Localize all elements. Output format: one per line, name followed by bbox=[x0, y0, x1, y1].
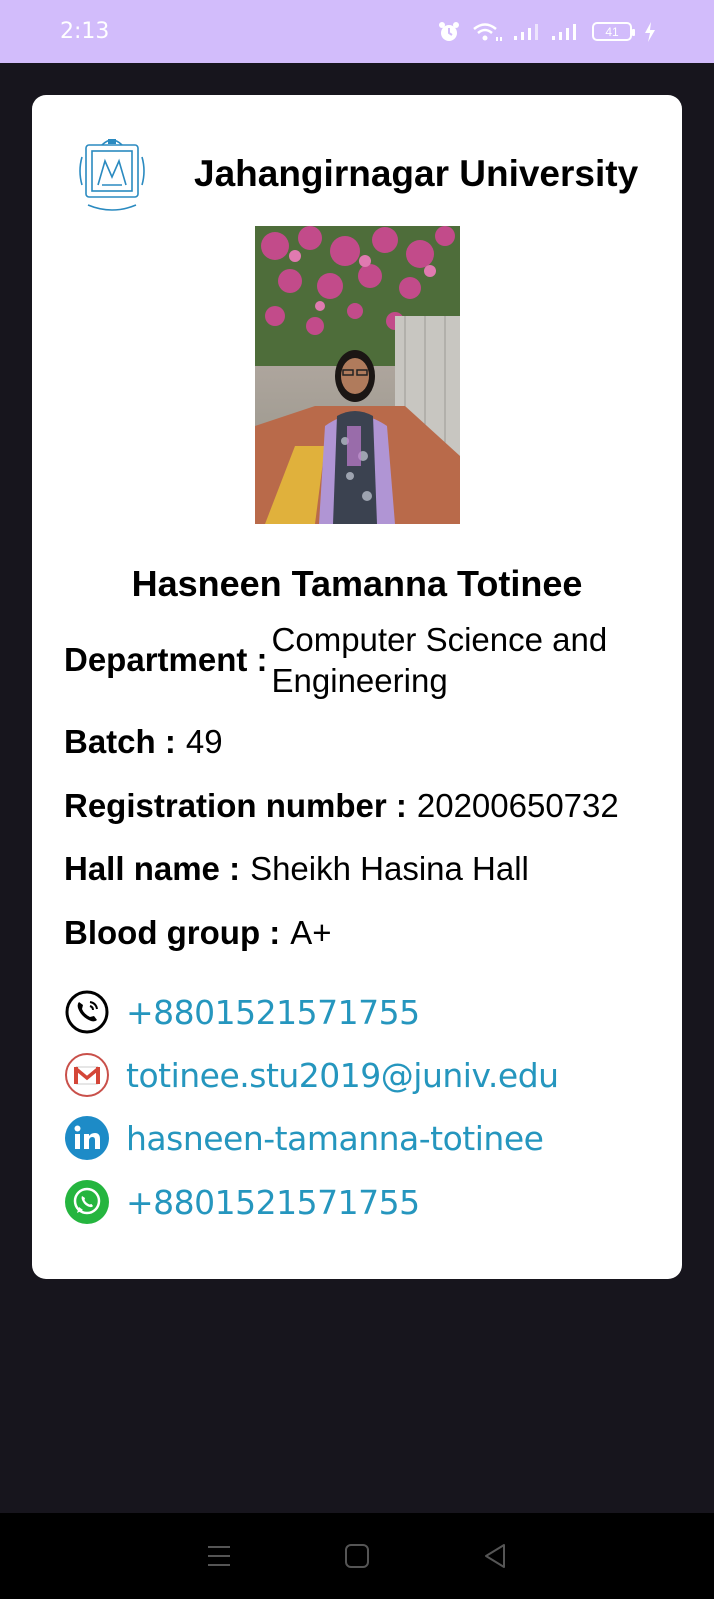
status-bar: 2:13 41 bbox=[0, 0, 714, 63]
menu-button[interactable] bbox=[197, 1534, 241, 1578]
department-value: Computer Science and Engineering bbox=[271, 621, 608, 699]
university-name: Jahangirnagar University bbox=[194, 153, 639, 194]
navigation-bar bbox=[0, 1513, 714, 1599]
back-button[interactable] bbox=[473, 1534, 517, 1578]
email-contact[interactable]: totinee.stu2019@juniv.edu bbox=[64, 1052, 559, 1098]
blood-group-label: Blood group : bbox=[64, 914, 281, 951]
registration-row: Registration number : 20200650732 bbox=[64, 787, 619, 825]
phone-icon bbox=[65, 990, 109, 1034]
linkedin-contact[interactable]: hasneen-tamanna-totinee bbox=[64, 1115, 544, 1161]
signal-icon-2 bbox=[552, 23, 576, 40]
home-button[interactable] bbox=[335, 1534, 379, 1578]
student-photo bbox=[255, 226, 460, 524]
status-time: 2:13 bbox=[60, 19, 110, 44]
university-logo bbox=[79, 139, 145, 211]
whatsapp-number[interactable]: +8801521571755 bbox=[126, 1183, 420, 1222]
battery-indicator: 41 bbox=[592, 22, 635, 41]
alarm-icon bbox=[439, 21, 459, 41]
hall-row: Hall name : Sheikh Hasina Hall bbox=[64, 850, 529, 888]
battery-level: 41 bbox=[605, 24, 619, 39]
blood-group-value: A+ bbox=[290, 914, 332, 951]
phone-number[interactable]: +8801521571755 bbox=[126, 993, 420, 1032]
charging-icon bbox=[645, 21, 655, 42]
department-label: Department : bbox=[64, 641, 268, 678]
home-icon bbox=[345, 1544, 369, 1568]
registration-value: 20200650732 bbox=[416, 787, 619, 824]
batch-label: Batch : bbox=[64, 723, 176, 760]
hall-value: Sheikh Hasina Hall bbox=[250, 850, 529, 887]
batch-row: Batch : 49 bbox=[64, 723, 223, 761]
linkedin-handle[interactable]: hasneen-tamanna-totinee bbox=[126, 1119, 544, 1158]
wifi-icon bbox=[473, 22, 502, 41]
blood-group-row: Blood group : A+ bbox=[64, 914, 332, 952]
whatsapp-icon bbox=[65, 1180, 109, 1224]
gmail-icon bbox=[65, 1053, 109, 1097]
whatsapp-contact[interactable]: +8801521571755 bbox=[64, 1179, 420, 1225]
status-icons: 41 bbox=[438, 21, 656, 43]
signal-icon-1 bbox=[514, 23, 538, 40]
email-address[interactable]: totinee.stu2019@juniv.edu bbox=[126, 1056, 559, 1095]
department-row: Department : Computer Science and Engine… bbox=[64, 619, 642, 701]
hall-label: Hall name : bbox=[64, 850, 241, 887]
student-id-card: Jahangirnagar University Hasneen Tamanna… bbox=[32, 95, 682, 1279]
phone-contact[interactable]: +8801521571755 bbox=[64, 989, 420, 1035]
linkedin-icon bbox=[65, 1116, 109, 1160]
back-icon bbox=[485, 1544, 505, 1568]
student-name: Hasneen Tamanna Totinee bbox=[131, 563, 583, 604]
batch-value: 49 bbox=[185, 723, 223, 760]
menu-icon bbox=[208, 1546, 230, 1566]
registration-label: Registration number : bbox=[64, 787, 407, 824]
